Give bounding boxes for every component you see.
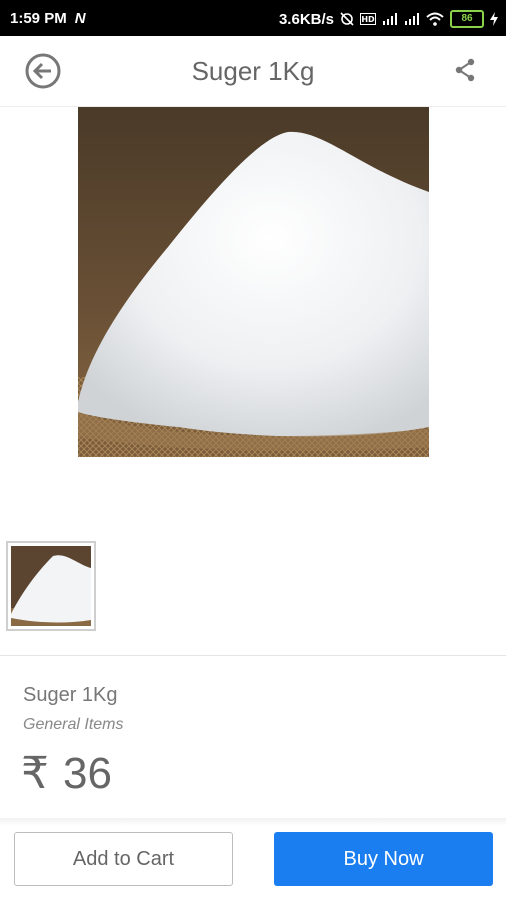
page-title: Suger 1Kg xyxy=(191,56,315,86)
wifi-icon xyxy=(426,12,444,26)
thumbnail-image[interactable] xyxy=(6,541,96,631)
thumbnail-sugar-image xyxy=(11,546,91,626)
status-bar: 1:59 PM N 3.6KB/s HD 86 xyxy=(0,0,506,36)
product-category: General Items xyxy=(23,716,124,733)
notification-n-icon: N xyxy=(74,10,86,27)
network-speed: 3.6KB/s xyxy=(278,10,334,28)
price-value: 36 xyxy=(63,748,112,798)
status-time: 1:59 PM xyxy=(10,10,67,27)
app-bar: Suger 1Kg xyxy=(0,36,506,107)
product-price: ₹ 36 xyxy=(21,748,112,799)
buy-now-button[interactable]: Buy Now xyxy=(274,832,493,886)
svg-text:HD: HD xyxy=(361,15,375,24)
signal-icon xyxy=(383,13,397,25)
signal-icon-2 xyxy=(405,13,419,25)
bottom-bar-shadow xyxy=(0,818,506,826)
product-image[interactable] xyxy=(78,107,429,457)
add-to-cart-button[interactable]: Add to Cart xyxy=(14,832,233,886)
battery-icon: 86 xyxy=(450,10,484,28)
product-name: Suger 1Kg xyxy=(23,684,118,706)
currency-symbol: ₹ xyxy=(21,749,49,798)
share-button[interactable] xyxy=(454,58,476,82)
status-right: 3.6KB/s HD 86 xyxy=(279,10,498,28)
share-icon xyxy=(455,58,475,82)
status-left: 1:59 PM N xyxy=(10,10,86,27)
volte-icon: HD xyxy=(360,13,376,25)
charging-icon xyxy=(490,12,498,26)
section-divider xyxy=(0,655,506,656)
alarm-off-icon xyxy=(340,12,354,26)
